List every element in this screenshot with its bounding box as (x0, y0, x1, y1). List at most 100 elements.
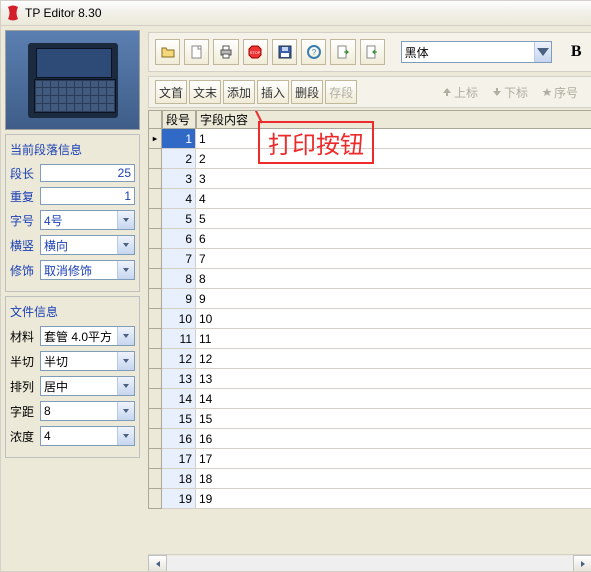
cell-duanhao[interactable]: 16 (162, 429, 196, 449)
combo-banqie[interactable]: 半切 (40, 351, 135, 371)
grid-corner[interactable] (148, 111, 162, 129)
btn-cunduan[interactable]: 存段 (325, 80, 357, 104)
cell-duanhao[interactable]: 6 (162, 229, 196, 249)
cell-neirong[interactable]: 12 (196, 349, 591, 369)
btn-xuhao[interactable]: 序号 (542, 84, 578, 101)
cell-duanhao[interactable]: 18 (162, 469, 196, 489)
cell-duanhao[interactable]: 11 (162, 329, 196, 349)
new-button[interactable] (184, 39, 209, 65)
chevron-down-icon (117, 352, 134, 370)
cell-neirong[interactable]: 9 (196, 289, 591, 309)
input-chongfu[interactable]: 1 (40, 187, 135, 205)
cell-duanhao[interactable]: 3 (162, 169, 196, 189)
cell-duanhao[interactable]: 2 (162, 149, 196, 169)
cell-neirong[interactable]: 2 (196, 149, 591, 169)
cell-neirong[interactable]: 11 (196, 329, 591, 349)
btn-charu[interactable]: 插入 (257, 80, 289, 104)
btn-wenmo[interactable]: 文末 (189, 80, 221, 104)
cell-duanhao[interactable]: 8 (162, 269, 196, 289)
cell-neirong[interactable]: 6 (196, 229, 591, 249)
secondary-toolbar: 文首 文末 添加 插入 删段 存段 上标 下标 序号 (148, 76, 591, 108)
help-button[interactable]: ? (301, 39, 326, 65)
cell-neirong[interactable]: 15 (196, 409, 591, 429)
scroll-right-icon[interactable] (573, 555, 591, 572)
cell-duanhao[interactable]: 19 (162, 489, 196, 509)
btn-shanduan[interactable]: 删段 (291, 80, 323, 104)
table-row[interactable]: 1616 (148, 429, 591, 449)
export-button[interactable] (360, 39, 385, 65)
cell-duanhao[interactable]: 12 (162, 349, 196, 369)
table-row[interactable]: 1515 (148, 409, 591, 429)
bold-button[interactable]: B (568, 43, 585, 61)
table-row[interactable]: 55 (148, 209, 591, 229)
chevron-down-icon (117, 427, 134, 445)
combo-cailiao[interactable]: 套管 4.0平方 (40, 326, 135, 346)
open-button[interactable] (155, 39, 180, 65)
cell-duanhao[interactable]: 15 (162, 409, 196, 429)
import-button[interactable] (330, 39, 355, 65)
input-duanchang[interactable]: 25 (40, 164, 135, 182)
svg-text:?: ? (312, 48, 317, 57)
table-row[interactable]: 1111 (148, 329, 591, 349)
table-row[interactable]: 1010 (148, 309, 591, 329)
btn-shangbiao[interactable]: 上标 (442, 84, 478, 101)
combo-zihao[interactable]: 4号 (40, 210, 135, 230)
cell-neirong[interactable]: 10 (196, 309, 591, 329)
cell-neirong[interactable]: 3 (196, 169, 591, 189)
table-row[interactable]: 77 (148, 249, 591, 269)
stop-button[interactable]: STOP (243, 39, 268, 65)
table-row[interactable]: 1717 (148, 449, 591, 469)
table-row[interactable]: 1212 (148, 349, 591, 369)
cell-neirong[interactable]: 13 (196, 369, 591, 389)
table-row[interactable]: 1414 (148, 389, 591, 409)
row-indicator (148, 209, 162, 229)
cell-neirong[interactable]: 14 (196, 389, 591, 409)
grid-body[interactable]: 1122334455667788991010111112121313141415… (148, 129, 591, 554)
btn-wenshou[interactable]: 文首 (155, 80, 187, 104)
cell-neirong[interactable]: 16 (196, 429, 591, 449)
grid-header-duanhao[interactable]: 段号 (162, 111, 196, 129)
app-title: TP Editor 8.30 (25, 6, 102, 20)
row-indicator (148, 129, 162, 149)
print-button[interactable] (213, 39, 238, 65)
cell-neirong[interactable]: 5 (196, 209, 591, 229)
cell-duanhao[interactable]: 1 (162, 129, 196, 149)
cell-duanhao[interactable]: 10 (162, 309, 196, 329)
device-image (5, 30, 140, 130)
cell-neirong[interactable]: 19 (196, 489, 591, 509)
cell-neirong[interactable]: 4 (196, 189, 591, 209)
table-row[interactable]: 1313 (148, 369, 591, 389)
row-indicator (148, 469, 162, 489)
cell-duanhao[interactable]: 5 (162, 209, 196, 229)
table-row[interactable]: 66 (148, 229, 591, 249)
cell-duanhao[interactable]: 7 (162, 249, 196, 269)
combo-xiushi[interactable]: 取消修饰 (40, 260, 135, 280)
combo-ziju[interactable]: 8 (40, 401, 135, 421)
font-select[interactable]: 黑体 (401, 41, 552, 63)
cell-neirong[interactable]: 17 (196, 449, 591, 469)
table-row[interactable]: 1818 (148, 469, 591, 489)
cell-duanhao[interactable]: 17 (162, 449, 196, 469)
cell-neirong[interactable]: 8 (196, 269, 591, 289)
cell-duanhao[interactable]: 9 (162, 289, 196, 309)
combo-hengshu[interactable]: 横向 (40, 235, 135, 255)
table-row[interactable]: 1919 (148, 489, 591, 509)
save-button[interactable] (272, 39, 297, 65)
combo-nongdu[interactable]: 4 (40, 426, 135, 446)
table-row[interactable]: 44 (148, 189, 591, 209)
app-logo-icon (5, 5, 21, 21)
cell-duanhao[interactable]: 14 (162, 389, 196, 409)
table-row[interactable]: 88 (148, 269, 591, 289)
horizontal-scrollbar[interactable] (148, 554, 591, 572)
label-nongdu: 浓度 (10, 428, 40, 445)
cell-duanhao[interactable]: 4 (162, 189, 196, 209)
cell-neirong[interactable]: 7 (196, 249, 591, 269)
btn-tianjia[interactable]: 添加 (223, 80, 255, 104)
cell-neirong[interactable]: 18 (196, 469, 591, 489)
cell-duanhao[interactable]: 13 (162, 369, 196, 389)
scroll-left-icon[interactable] (148, 555, 167, 572)
combo-pailie[interactable]: 居中 (40, 376, 135, 396)
table-row[interactable]: 33 (148, 169, 591, 189)
btn-xiabiao[interactable]: 下标 (492, 84, 528, 101)
table-row[interactable]: 99 (148, 289, 591, 309)
